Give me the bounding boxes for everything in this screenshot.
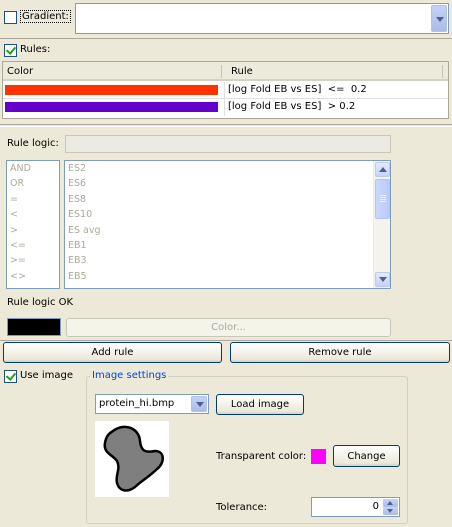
rule-color-preview: [7, 318, 61, 336]
list-item[interactable]: >: [7, 223, 59, 238]
variable-list-scrollbar[interactable]: [373, 161, 390, 288]
protein-image: [103, 425, 164, 492]
list-item[interactable]: =: [7, 192, 59, 207]
list-item[interactable]: EB5: [65, 269, 390, 284]
list-item[interactable]: ES10: [65, 207, 390, 222]
image-file-dropdown[interactable]: protein_hi.bmp: [95, 394, 209, 414]
list-item[interactable]: <=: [7, 238, 59, 253]
rule-logic-input[interactable]: [65, 135, 391, 153]
spin-up-button[interactable]: [383, 499, 398, 507]
list-item[interactable]: ES6: [65, 176, 390, 191]
rules-label: Rules:: [20, 44, 51, 55]
tolerance-spinner[interactable]: 0: [311, 497, 400, 517]
list-item[interactable]: ES2: [65, 161, 390, 176]
list-item[interactable]: ES8: [65, 192, 390, 207]
gradient-label: Gradient:: [20, 10, 71, 23]
load-image-button[interactable]: Load image: [216, 394, 304, 415]
rule-text: [log Fold EB vs ES] > 0.2: [228, 101, 356, 112]
list-item[interactable]: EB3: [65, 253, 390, 268]
image-file-value: protein_hi.bmp: [99, 398, 175, 409]
change-color-button[interactable]: Change: [333, 445, 400, 467]
variable-list[interactable]: ES2 ES6 ES8 ES10 ES avg EB1 EB3 EB5: [64, 160, 391, 289]
transparent-color-label: Transparent color:: [216, 451, 307, 462]
spin-down-button[interactable]: [383, 507, 398, 515]
gradient-dropdown[interactable]: [75, 3, 449, 34]
chevron-down-icon[interactable]: [375, 272, 390, 287]
table-header: Color Rule: [3, 62, 448, 81]
rules-checkbox[interactable]: [4, 44, 17, 57]
scrollbar-thumb[interactable]: [375, 179, 390, 219]
list-item[interactable]: <: [7, 207, 59, 222]
tolerance-label: Tolerance:: [216, 502, 268, 513]
operator-list[interactable]: AND OR = < > <= >= <>: [6, 160, 60, 289]
divider: [0, 38, 452, 39]
image-preview: [95, 421, 169, 497]
image-settings-legend: Image settings: [90, 370, 169, 381]
add-rule-button[interactable]: Add rule: [3, 342, 222, 363]
list-item[interactable]: AND: [7, 161, 59, 176]
list-item[interactable]: EB1: [65, 238, 390, 253]
list-item[interactable]: <>: [7, 269, 59, 284]
rule-logic-status: Rule logic OK: [7, 297, 74, 308]
remove-rule-button[interactable]: Remove rule: [230, 342, 450, 363]
gradient-checkbox[interactable]: [4, 11, 17, 24]
rule-logic-label: Rule logic:: [7, 138, 59, 149]
rule-text: [log Fold EB vs ES] <= 0.2: [228, 84, 367, 95]
table-row[interactable]: [log Fold EB vs ES] > 0.2: [3, 99, 448, 116]
list-item[interactable]: >=: [7, 253, 59, 268]
column-header-color[interactable]: Color: [7, 66, 33, 77]
rules-table: Color Rule [log Fold EB vs ES] <= 0.2 [l…: [2, 61, 449, 119]
list-item[interactable]: OR: [7, 176, 59, 191]
use-image-label: Use image: [20, 370, 74, 381]
column-header-rule[interactable]: Rule: [231, 66, 253, 77]
use-image-checkbox[interactable]: [4, 370, 17, 383]
table-row[interactable]: [log Fold EB vs ES] <= 0.2: [3, 82, 448, 99]
chevron-up-icon: [387, 501, 393, 505]
rule-color-swatch: [5, 85, 218, 95]
chevron-down-icon[interactable]: [431, 5, 447, 32]
chevron-down-icon[interactable]: [191, 396, 207, 412]
chevron-down-icon: [387, 509, 393, 513]
color-button[interactable]: Color...: [66, 318, 391, 337]
chevron-up-icon[interactable]: [375, 162, 390, 177]
tolerance-value: 0: [372, 501, 379, 512]
rule-color-swatch: [5, 102, 218, 112]
transparent-color-swatch: [311, 449, 326, 464]
list-item[interactable]: ES avg: [65, 223, 390, 238]
